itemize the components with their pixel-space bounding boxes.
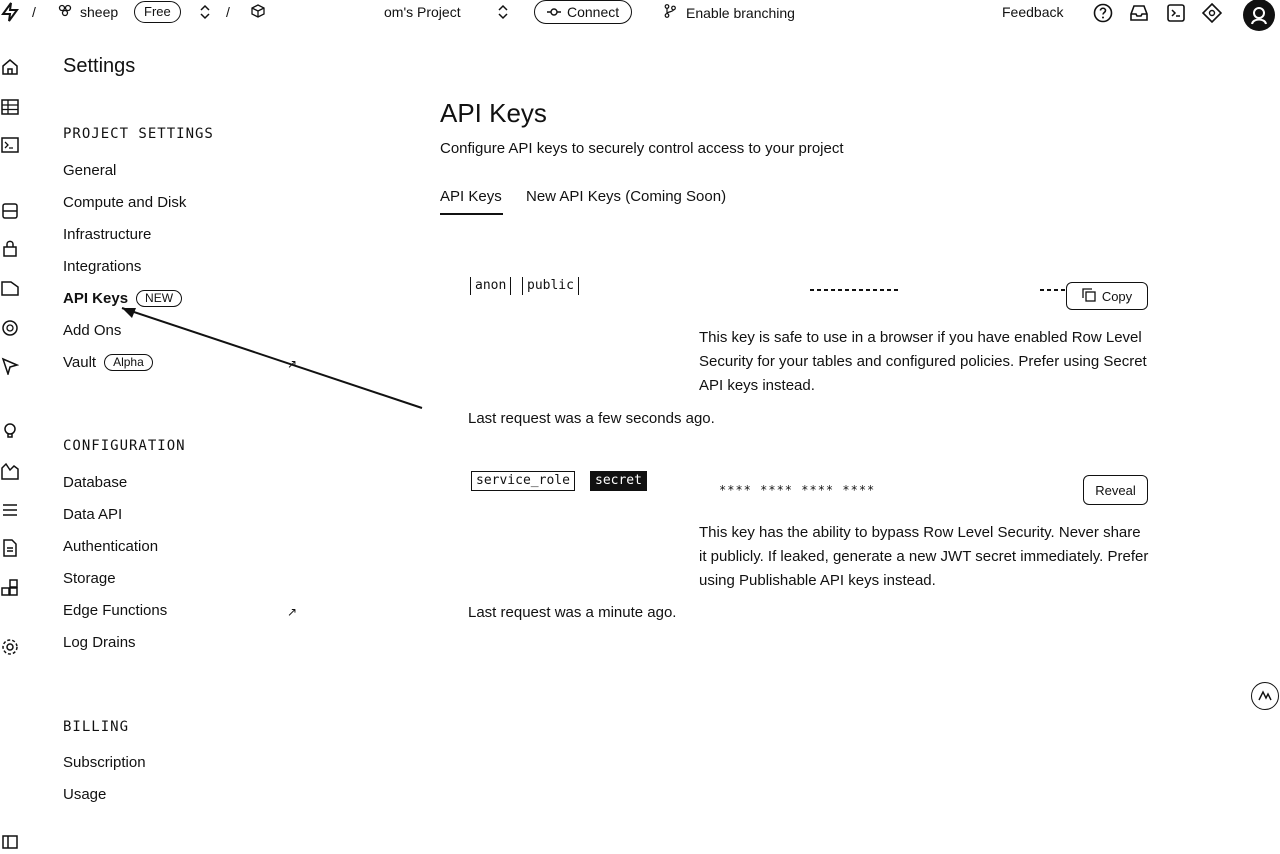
breadcrumb-separator: / bbox=[226, 4, 230, 20]
inbox-icon[interactable] bbox=[1128, 2, 1150, 24]
connect-label: Connect bbox=[567, 4, 620, 20]
key-help-text: This key is safe to use in a browser if … bbox=[699, 329, 1147, 394]
help-icon[interactable] bbox=[1092, 2, 1114, 24]
masked-key-value: **** **** **** **** bbox=[719, 483, 876, 497]
sidebar-item-compute-and-disk[interactable]: Compute and Disk bbox=[63, 194, 186, 211]
last-request-text: Last request was a few seconds ago. bbox=[468, 410, 715, 427]
logs-list-icon[interactable] bbox=[0, 500, 20, 520]
advisors-lightbulb-icon[interactable] bbox=[0, 421, 20, 441]
copy-button-label: Copy bbox=[1101, 288, 1133, 304]
sidebar-item-storage[interactable]: Storage bbox=[63, 570, 116, 587]
reports-chart-icon[interactable] bbox=[0, 461, 20, 481]
supabase-logo-icon[interactable] bbox=[0, 2, 20, 22]
last-request-text: Last request was a minute ago. bbox=[468, 604, 677, 621]
feedback-button[interactable]: Feedback bbox=[1002, 4, 1063, 20]
settings-gear-icon[interactable] bbox=[0, 637, 20, 657]
org-icon bbox=[58, 3, 72, 17]
user-avatar[interactable] bbox=[1243, 0, 1275, 31]
branching-label: Enable branching bbox=[686, 4, 795, 21]
org-name[interactable]: sheep bbox=[80, 4, 118, 20]
realtime-cursor-icon[interactable] bbox=[0, 356, 20, 376]
enable-branching-button[interactable]: Enable branching bbox=[664, 4, 795, 21]
edge-functions-icon[interactable] bbox=[0, 318, 20, 338]
tab-api-keys[interactable]: API Keys bbox=[440, 188, 502, 205]
assistant-diamond-icon[interactable] bbox=[1201, 2, 1223, 24]
sidebar-item-general[interactable]: General bbox=[63, 162, 116, 179]
terminal-icon[interactable] bbox=[1165, 2, 1187, 24]
project-name[interactable]: om's Project bbox=[384, 4, 461, 20]
table-editor-icon[interactable] bbox=[0, 97, 20, 117]
copy-button[interactable]: Copy bbox=[1066, 282, 1148, 310]
section-heading-project-settings: PROJECT SETTINGS bbox=[63, 126, 214, 142]
storage-icon[interactable] bbox=[0, 278, 20, 298]
sidebar-item-data-api[interactable]: Data API bbox=[63, 506, 122, 523]
auth-lock-icon[interactable] bbox=[0, 238, 20, 258]
key-help-text: This key has the ability to bypass Row L… bbox=[699, 524, 1149, 589]
sidebar-item-infrastructure[interactable]: Infrastructure bbox=[63, 226, 151, 243]
collapse-sidebar-icon[interactable] bbox=[0, 832, 20, 852]
plug-icon bbox=[547, 4, 561, 20]
floating-assistant-icon[interactable] bbox=[1251, 682, 1279, 710]
sidebar-item-integrations[interactable]: Integrations bbox=[63, 258, 141, 275]
tab-new-api-keys[interactable]: New API Keys (Coming Soon) bbox=[526, 188, 726, 205]
annotation-arrow bbox=[121, 307, 423, 409]
active-tab-indicator bbox=[440, 213, 503, 215]
breadcrumb-separator: / bbox=[32, 4, 36, 20]
sidebar-item-edge-functions[interactable]: Edge Functions bbox=[63, 602, 167, 619]
sidebar-item-log-drains[interactable]: Log Drains bbox=[63, 634, 136, 651]
api-docs-icon[interactable] bbox=[0, 538, 20, 558]
database-icon[interactable] bbox=[0, 201, 20, 221]
sql-editor-icon[interactable] bbox=[0, 135, 20, 155]
key-tag-service-role: service_role bbox=[471, 471, 575, 491]
reveal-button[interactable]: Reveal bbox=[1083, 475, 1148, 505]
key-tag-anon: anon bbox=[470, 277, 512, 295]
connect-button[interactable]: Connect bbox=[534, 0, 633, 24]
key-tag-secret: secret bbox=[590, 471, 647, 491]
integrations-icon[interactable] bbox=[0, 578, 20, 598]
page-description: Configure API keys to securely control a… bbox=[440, 140, 844, 157]
sidebar-item-authentication[interactable]: Authentication bbox=[63, 538, 158, 555]
copy-icon bbox=[1082, 287, 1096, 305]
page-title: API Keys bbox=[440, 98, 547, 128]
obscured-key-value bbox=[810, 289, 900, 291]
sidebar-item-subscription[interactable]: Subscription bbox=[63, 754, 146, 771]
org-switcher-chevron-icon[interactable] bbox=[199, 4, 211, 20]
sidebar-item-usage[interactable]: Usage bbox=[63, 786, 106, 803]
sidebar-item-database[interactable]: Database bbox=[63, 474, 127, 491]
obscured-key-value bbox=[1040, 289, 1066, 291]
project-switcher-chevron-icon[interactable] bbox=[497, 4, 509, 20]
section-heading-billing: BILLING bbox=[63, 719, 130, 735]
project-cube-icon bbox=[251, 4, 265, 18]
branch-icon bbox=[664, 4, 676, 21]
key-tag-public: public bbox=[522, 277, 579, 295]
sidebar-title: Settings bbox=[63, 55, 136, 77]
plan-badge: Free bbox=[134, 1, 181, 23]
external-link-icon: ↗ bbox=[287, 605, 298, 619]
sidebar-item-label: Vault bbox=[63, 354, 97, 371]
top-bar: / sheep Free / om's Project Connect Enab… bbox=[0, 0, 1280, 31]
home-icon[interactable] bbox=[0, 57, 20, 77]
section-heading-configuration: CONFIGURATION bbox=[63, 438, 186, 454]
